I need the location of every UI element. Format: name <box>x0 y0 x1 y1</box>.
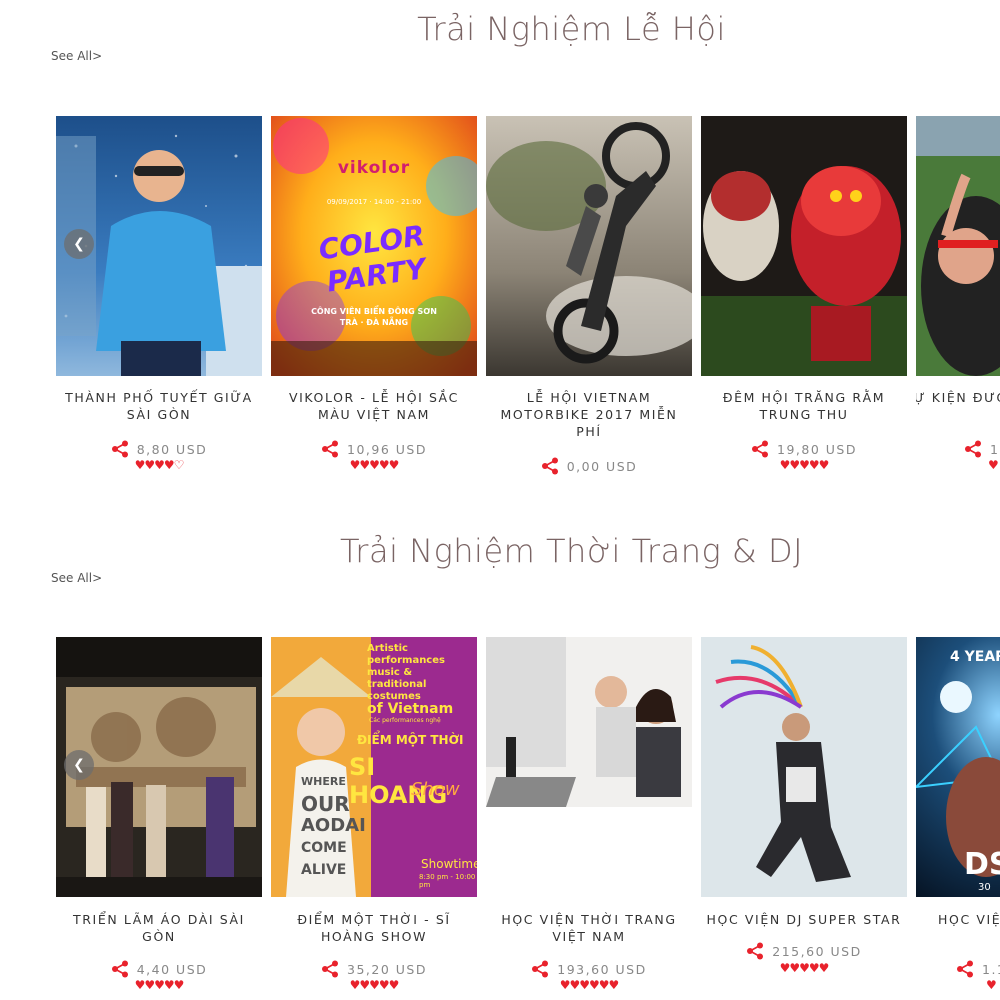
poster-number: 30 <box>978 882 991 893</box>
section-festival: Trải Nghiệm Lễ Hội See All> ❮ THÀNH PHỐ … <box>0 0 1000 500</box>
rating-hearts: ♥♥♥♥♥ <box>134 978 185 992</box>
card-image[interactable] <box>486 116 692 376</box>
card-title[interactable]: SỰ KIỆN ĐƯỜNG C <box>916 389 1000 406</box>
rating-hearts: ♥♥♥♥♥♥ <box>559 978 620 992</box>
card-price: 10,96 USD <box>347 442 427 457</box>
card-title[interactable]: HỌC VIỆN DJ SUPER STAR <box>701 911 907 928</box>
share-icon[interactable] <box>321 960 339 981</box>
card-image[interactable]: ❮ <box>56 116 262 376</box>
share-icon[interactable] <box>746 942 764 963</box>
poster-line: of Vietnam <box>367 701 454 717</box>
section-title: Trải Nghiệm Lễ Hội <box>417 10 726 48</box>
section-fashion-dj: Trải Nghiệm Thời Trang & DJ See All> ❮ T… <box>0 522 1000 1000</box>
card-title[interactable]: TRIỂN LÃM ÁO DÀI SÀI GÒN <box>56 911 262 945</box>
poster-brand: DS <box>964 847 1000 882</box>
rating-hearts: ♥♥♥♥♡ <box>134 458 185 472</box>
card-image[interactable] <box>701 116 907 376</box>
card-image[interactable] <box>916 116 1000 376</box>
carousel-prev-button[interactable]: ❮ <box>64 750 94 780</box>
card-image[interactable] <box>486 637 692 897</box>
rating-hearts: ♥ <box>988 458 999 472</box>
see-all-link[interactable]: See All> <box>51 49 102 63</box>
carousel-prev-button[interactable]: ❮ <box>64 229 94 259</box>
poster-line: Các performances nghệ <box>369 717 441 724</box>
share-icon[interactable] <box>751 440 769 461</box>
card-image[interactable]: 4 YEAR DS 30 <box>916 637 1000 897</box>
poster-line: COME <box>301 840 347 856</box>
see-all-link[interactable]: See All> <box>51 571 102 585</box>
share-icon[interactable] <box>321 440 339 461</box>
chevron-left-icon: ❮ <box>73 236 85 252</box>
card-price: 0,00 USD <box>566 459 638 474</box>
share-icon[interactable] <box>956 960 974 981</box>
card-price: 19,80 USD <box>777 442 857 457</box>
share-icon[interactable] <box>964 440 982 461</box>
card-image[interactable]: Artistic performances music & traditiona… <box>271 637 477 897</box>
rating-hearts: ♥♥♥♥♥ <box>349 978 400 992</box>
card-price: 215,60 USD <box>772 944 862 959</box>
card-image[interactable]: ❮ <box>56 637 262 897</box>
card-image[interactable]: vikolor 09/09/2017 · 14:00 - 21:00 COLOR… <box>271 116 477 376</box>
card-title[interactable]: VIKOLOR - LỄ HỘI SẮC MÀU VIỆT NAM <box>271 389 477 423</box>
card-title[interactable]: ĐÊM HỘI TRĂNG RẰM TRUNG THU <box>701 389 907 423</box>
card-title[interactable]: THÀNH PHỐ TUYẾT GIỮA SÀI GÒN <box>56 389 262 423</box>
chevron-left-icon: ❮ <box>73 757 85 773</box>
poster-line: 8:30 pm - 10:00 pm <box>419 873 476 889</box>
poster-slogan: WHERE OUR AODAI COME ALIVE <box>301 771 366 881</box>
poster-brand: vikolor <box>337 158 411 178</box>
poster-year: 4 YEAR <box>950 649 1000 665</box>
poster-tagline: Artistic performances music & traditiona… <box>367 643 473 717</box>
poster-line: ĐIỂM MỘT THỜI <box>357 733 464 747</box>
card-price: 193,60 USD <box>557 962 647 977</box>
product-card[interactable]: SỰ KIỆN ĐƯỜNG C 19 ♥ <box>916 116 1000 476</box>
card-price: 4,40 USD <box>136 962 208 977</box>
card-image[interactable] <box>701 637 907 897</box>
rating-hearts: ♥ <box>986 978 997 992</box>
poster-line: traditional costumes <box>367 679 427 702</box>
card-price: 1.1 <box>982 962 1000 977</box>
poster-line: OUR <box>301 792 350 816</box>
poster-line: Show <box>411 779 460 800</box>
rating-hearts: ♥♥♥♥♥ <box>779 458 830 472</box>
poster-line: WHERE <box>301 775 346 788</box>
card-price-row: 0,00 USD <box>486 457 692 478</box>
card-price: 8,80 USD <box>136 442 208 457</box>
card-title[interactable]: HỌC VIỆN THỜI TRANG VIỆT NAM <box>486 911 692 945</box>
poster-line: Artistic performances <box>367 643 445 666</box>
poster-line: Showtimes <box>421 857 477 871</box>
share-icon[interactable] <box>541 457 559 478</box>
poster-date: 09/09/2017 · 14:00 - 21:00 <box>326 198 422 206</box>
share-icon[interactable] <box>111 440 129 461</box>
share-icon[interactable] <box>531 960 549 981</box>
poster-venue: CÔNG VIÊN BIỂN ĐÔNG SƠN TRÀ · ĐÀ NẴNG <box>311 307 437 327</box>
poster-line: ALIVE <box>301 862 347 878</box>
card-price: 35,20 USD <box>347 962 427 977</box>
card-title[interactable]: LỄ HỘI VIETNAM MOTORBIKE 2017 MIỄN PHÍ <box>486 389 692 440</box>
card-price: 19 <box>990 442 1000 457</box>
section-title: Trải Nghiệm Thời Trang & DJ <box>339 532 804 570</box>
rating-hearts: ♥♥♥♥♥ <box>349 458 400 472</box>
card-price-row: 215,60 USD <box>701 942 907 963</box>
rating-hearts: ♥♥♥♥♥ <box>779 961 830 975</box>
product-card[interactable]: 4 YEAR DS 30 HỌC VIỆ HOÀ 1.1 ♥ <box>916 637 1000 997</box>
poster-line: AODAI <box>301 815 366 836</box>
card-title[interactable]: ĐIỂM MỘT THỜI - SĨ HOÀNG SHOW <box>271 911 477 945</box>
share-icon[interactable] <box>111 960 129 981</box>
card-title[interactable]: HỌC VIỆ HOÀ <box>938 911 1000 928</box>
poster-line: music & <box>367 667 413 678</box>
